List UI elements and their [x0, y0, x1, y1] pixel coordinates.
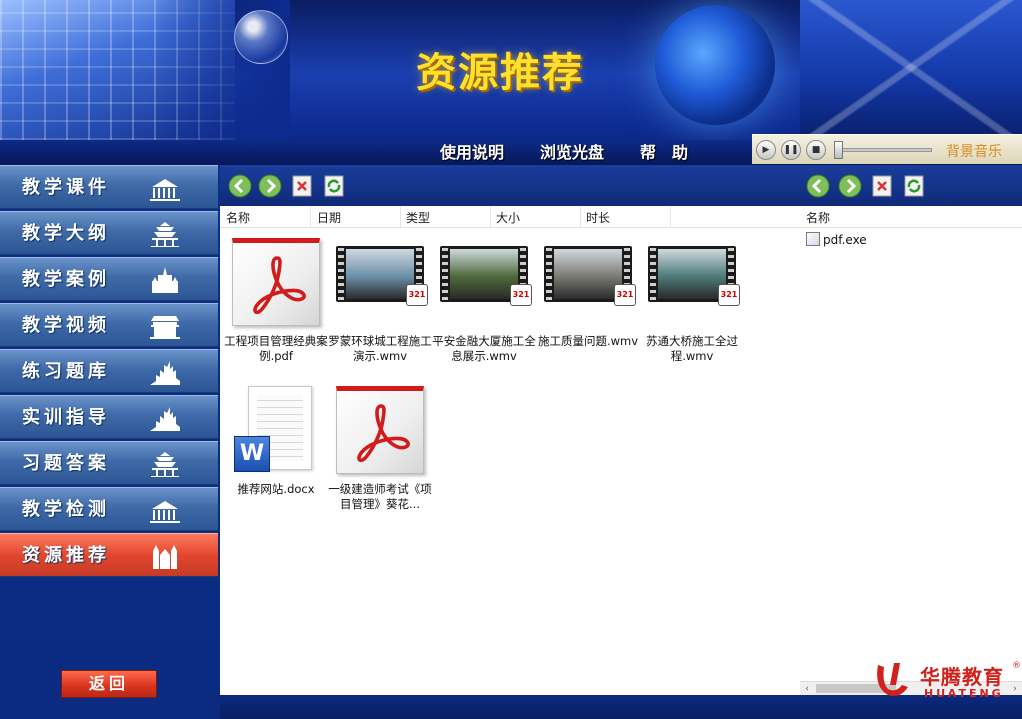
- cathedral-icon: [153, 545, 177, 569]
- file-item[interactable]: 一级建造师考试《项目管理》葵花...: [328, 384, 432, 512]
- sidebar-item-label: 教学课件: [22, 177, 110, 198]
- column-header: 名称 日期 类型 大小 时长: [220, 206, 800, 228]
- list-item[interactable]: pdf.exe: [806, 232, 867, 247]
- bubble-decoration: [234, 10, 288, 64]
- skyline-icon: [150, 361, 180, 385]
- forward-arrow-icon[interactable]: [838, 174, 862, 198]
- media-player-badge-icon: 321: [510, 284, 532, 306]
- sidebar-item[interactable]: 练习题库: [0, 349, 218, 393]
- sidebar-item-label: 教学大纲: [22, 223, 110, 244]
- sidebar-item[interactable]: 教学视频: [0, 303, 218, 347]
- refresh-icon[interactable]: [902, 174, 926, 198]
- pdf-file-icon: [232, 238, 320, 326]
- nav-usage-link[interactable]: 使用说明: [440, 140, 504, 165]
- sidebar-item[interactable]: 教学检测: [0, 487, 218, 531]
- back-button[interactable]: 返回: [61, 670, 157, 698]
- sidebar-item[interactable]: 资源推荐: [0, 533, 218, 577]
- file-item[interactable]: 321 平安金融大厦施工全息展示.wmv: [432, 236, 536, 364]
- stop-icon[interactable]: ■: [806, 140, 826, 160]
- back-arrow-icon[interactable]: [228, 174, 252, 198]
- sidebar-item[interactable]: 教学大纲: [0, 211, 218, 255]
- pdf-file-icon: [336, 386, 424, 474]
- sort-caret-icon: ˆ: [948, 204, 953, 214]
- file-name: 工程项目管理经典案例.pdf: [224, 334, 328, 363]
- sidebar-item-label: 教学检测: [22, 499, 110, 520]
- column-duration[interactable]: 时长: [586, 209, 610, 226]
- exe-file-icon: [806, 232, 820, 246]
- file-browser: 名称 日期 类型 大小 时长 工程项目管理经典案例.pdf 321 罗蒙环球城工程施…: [220, 165, 1022, 695]
- sidebar: 教学课件教学大纲教学案例教学视频练习题库实训指导习题答案教学检测资源推荐 返回: [0, 165, 220, 719]
- sidebar-item[interactable]: 习题答案: [0, 441, 218, 485]
- file-item[interactable]: 321 施工质量问题.wmv: [536, 236, 640, 349]
- huateng-logo: 华腾教育 HUATENG ®: [872, 657, 1022, 709]
- pause-icon[interactable]: ❚❚: [781, 140, 801, 160]
- building-icon: [150, 179, 180, 201]
- temple-icon: [151, 452, 179, 477]
- file-item[interactable]: 321 罗蒙环球城工程施工演示.wmv: [328, 236, 432, 364]
- skyline-icon: [150, 407, 180, 431]
- browser-toolbar: [220, 165, 1022, 206]
- column-name[interactable]: 名称: [806, 209, 830, 226]
- building-icon: [150, 501, 180, 523]
- delete-icon[interactable]: [870, 174, 894, 198]
- nav-help-link[interactable]: 帮 助: [640, 140, 688, 165]
- sidebar-item-label: 教学视频: [22, 315, 110, 336]
- column-type[interactable]: 类型: [406, 209, 430, 226]
- sidebar-item-label: 资源推荐: [22, 545, 110, 566]
- delete-icon[interactable]: [290, 174, 314, 198]
- music-player: ▶ ❚❚ ■ 背景音乐: [752, 134, 1022, 164]
- top-nav: 使用说明 浏览光盘 帮 助: [440, 140, 724, 165]
- column-date[interactable]: 日期: [317, 209, 341, 226]
- temple-icon: [151, 222, 179, 247]
- back-arrow-icon[interactable]: [806, 174, 830, 198]
- bridge-photo: [800, 0, 1022, 135]
- file-name: 一级建造师考试《项目管理》葵花...: [328, 482, 432, 511]
- sidebar-item[interactable]: 教学课件: [0, 165, 218, 209]
- file-item[interactable]: 工程项目管理经典案例.pdf: [224, 236, 328, 364]
- file-pane-right: 名称 ˆ pdf.exe: [800, 204, 1022, 695]
- logo-mark-icon: [877, 663, 908, 696]
- globe-decoration: [655, 5, 775, 125]
- file-name: 施工质量问题.wmv: [537, 334, 639, 348]
- sidebar-item-label: 习题答案: [22, 453, 110, 474]
- file-name: 推荐网站.docx: [237, 482, 315, 496]
- volume-slider-track[interactable]: [836, 148, 932, 152]
- volume-slider-handle[interactable]: [834, 141, 843, 159]
- music-label: 背景音乐: [946, 144, 1002, 160]
- forward-arrow-icon[interactable]: [258, 174, 282, 198]
- column-size[interactable]: 大小: [496, 209, 520, 226]
- sidebar-item-label: 教学案例: [22, 269, 110, 290]
- page-title: 资源推荐: [416, 50, 584, 96]
- media-player-badge-icon: 321: [406, 284, 428, 306]
- file-item[interactable]: 321 苏通大桥施工全过程.wmv: [640, 236, 744, 364]
- gate-icon: [150, 316, 180, 339]
- nav-browse-link[interactable]: 浏览光盘: [540, 140, 604, 165]
- scroll-left-icon[interactable]: ‹: [800, 682, 814, 696]
- column-header: 名称 ˆ: [800, 204, 1022, 228]
- file-item[interactable]: W 推荐网站.docx: [224, 384, 328, 497]
- sidebar-item[interactable]: 教学案例: [0, 257, 218, 301]
- sidebar-item-label: 实训指导: [22, 407, 110, 428]
- column-name[interactable]: 名称: [226, 209, 250, 226]
- sidebar-item[interactable]: 实训指导: [0, 395, 218, 439]
- play-icon[interactable]: ▶: [756, 140, 776, 160]
- file-name: 罗蒙环球城工程施工演示.wmv: [328, 334, 432, 363]
- file-name: 苏通大桥施工全过程.wmv: [646, 334, 738, 363]
- word-file-icon: W: [234, 436, 270, 472]
- media-player-badge-icon: 321: [614, 284, 636, 306]
- file-pane-left: 名称 日期 类型 大小 时长 工程项目管理经典案例.pdf 321 罗蒙环球城工程施…: [220, 206, 800, 695]
- refresh-icon[interactable]: [322, 174, 346, 198]
- media-player-badge-icon: 321: [718, 284, 740, 306]
- palace-icon: [152, 267, 178, 293]
- file-name: 平安金融大厦施工全息展示.wmv: [432, 334, 536, 363]
- sidebar-item-label: 练习题库: [22, 361, 110, 382]
